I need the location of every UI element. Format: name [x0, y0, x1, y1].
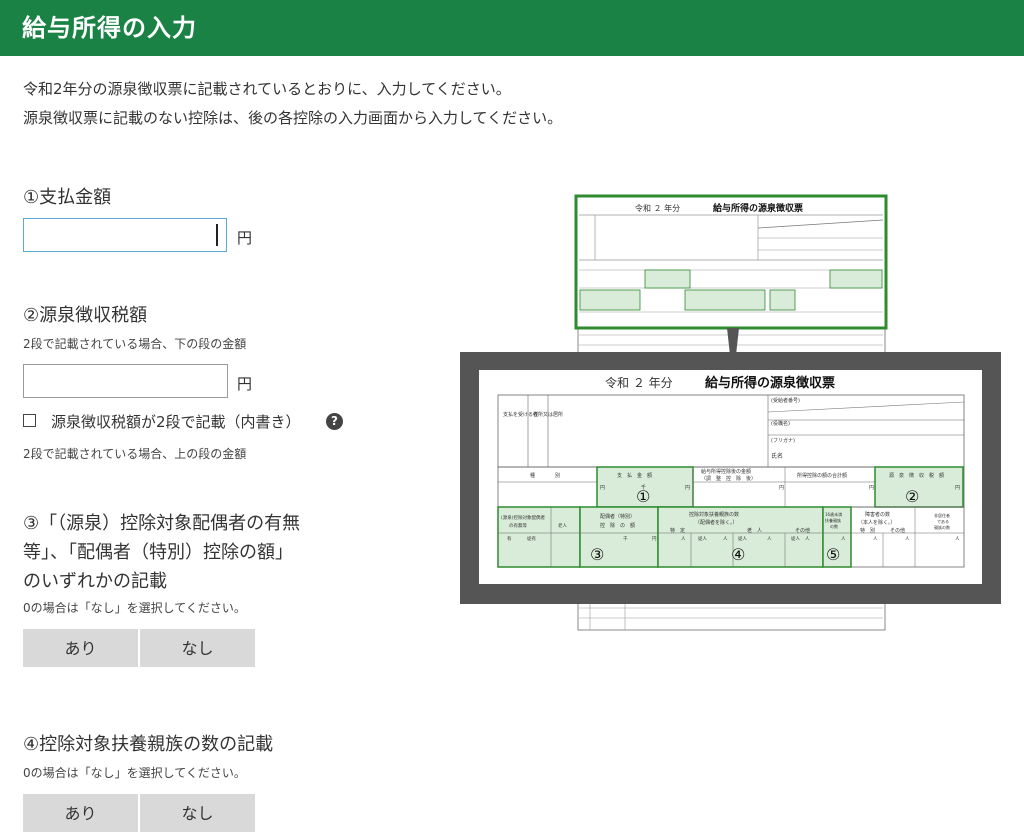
nin-mark-2: 人	[723, 536, 728, 542]
col-kyuyo-2: （調 整 控 除 後）	[701, 475, 756, 482]
zoom-form-era: 令和 ２ 年分	[605, 375, 673, 390]
dependents-yes-button[interactable]: あり	[23, 794, 138, 832]
col-spouse-2: の有無等	[509, 522, 527, 529]
withholding-note: 2段で記載されている場合、下の段の金額	[23, 337, 247, 351]
nin-mark-7: 人	[905, 536, 910, 542]
col-fuyou-1: 控除対象扶養親族の数	[689, 511, 739, 518]
withholding-checkbox-note: 2段で記載されている場合、上の段の金額	[23, 447, 247, 461]
dependents-no-button[interactable]: なし	[140, 794, 255, 832]
yen-mark-6: 円	[652, 536, 657, 542]
nin-mark-4: 人	[805, 536, 810, 542]
recipient-number: (受給者番号)	[771, 397, 800, 404]
yen-mark-3: 円	[779, 485, 784, 491]
nin-mark-1: 人	[681, 536, 686, 542]
top-form-era: 令和 ２ 年分	[635, 203, 680, 213]
jukyo-mark-2: 従人	[738, 535, 747, 542]
spouse-label-line-3: のいずれかの記載	[23, 571, 167, 592]
marker-3: ③	[590, 545, 604, 564]
col-shiharai: 支 払 金 額	[617, 472, 652, 479]
col-tokubetsu: 特 別	[860, 527, 875, 534]
yen-mark-5: 円	[955, 485, 960, 491]
col-sonota: その他	[795, 527, 810, 534]
col-haigusha-2: 控 除 の 額	[600, 522, 635, 529]
intro-line-2: 源泉徴収票に記載のない控除は、後の各控除の入力画面から入力してください。	[23, 109, 563, 127]
dependents-note: 0の場合は「なし」を選択してください。	[23, 766, 246, 780]
marker-1: ①	[636, 487, 650, 506]
nin-mark-3: 人	[767, 536, 772, 542]
ari-mark: 有	[507, 535, 512, 542]
col-spouse-1: (源泉)控除対象配偶者	[501, 514, 546, 521]
col-rojin: 老人	[558, 522, 567, 529]
intro-line-1: 令和2年分の源泉徴収票に記載されているとおりに、入力してください。	[23, 80, 511, 98]
yen-mark-1: 円	[600, 485, 605, 491]
marker-5: ⑤	[826, 545, 840, 564]
col-shubetsu: 種 別	[530, 472, 560, 479]
spouse-label-line-1: ③「（源泉）控除対象配偶者の有無	[23, 513, 301, 534]
spouse-label: ③「（源泉）控除対象配偶者の有無 等」、「配偶者（特別）控除の額」 のいずれかの…	[23, 509, 353, 596]
withholding-label: ②源泉徴収税額	[23, 305, 148, 326]
col-sonota-2: その他	[890, 527, 905, 534]
text-caret	[216, 224, 218, 246]
jukyo-mark-1: 従人	[698, 535, 707, 542]
yen-mark-4: 円	[869, 485, 874, 491]
col-fuyou-2: （配偶者を除く。）	[695, 519, 738, 526]
furigana-label: (フリガナ)	[771, 437, 795, 444]
col-shogai-2: （本人を除く。）	[858, 519, 896, 526]
withholding-input[interactable]	[23, 364, 228, 398]
withholding-slip-illustration: 令和 ２ 年分 給与所得の源泉徴収票 令和 ２ 年分 給与所得の源泉徴収票 支払…	[460, 194, 1001, 631]
sen-mark-2: 千	[623, 535, 628, 542]
col-rojin-2: 老 人	[747, 527, 762, 534]
jukyo-mark-3: 従人	[791, 535, 800, 542]
payment-unit: 円	[237, 229, 253, 247]
col-kyuyo-1: 給与所得控除後の金額	[701, 468, 751, 475]
marker-2: ②	[905, 487, 919, 506]
col-hikyoju-2: である	[937, 518, 949, 524]
payment-label: ①支払金額	[23, 187, 112, 208]
marker-4: ④	[731, 545, 745, 564]
col-tokutei: 特 定	[670, 527, 685, 534]
col-shotoku-koujo: 所得控除の額の合計額	[797, 472, 847, 479]
address-label: 住所又は居所	[533, 411, 563, 418]
spouse-no-button[interactable]: なし	[140, 629, 255, 667]
zoom-form-title: 給与所得の源泉徴収票	[705, 375, 835, 391]
col-16sai-1: 16歳未満	[825, 511, 842, 517]
position-label: (役職名)	[771, 420, 790, 427]
page-header: 給与所得の入力	[0, 0, 1024, 56]
col-haigusha-1: 配偶者（特別）	[600, 513, 635, 520]
page-title: 給与所得の入力	[22, 14, 197, 42]
withholding-two-tier-label[interactable]: 源泉徴収税額が2段で記載（内書き）	[51, 411, 301, 432]
help-icon[interactable]: ?	[326, 413, 343, 430]
col-shogai-1: 障害者の数	[865, 511, 890, 518]
jukyo-ari-mark: 従有	[527, 535, 536, 542]
col-hikyoju-1: 非居住者	[934, 512, 950, 518]
name-label: 氏名	[771, 452, 783, 460]
spouse-yes-button[interactable]: あり	[23, 629, 138, 667]
col-gensen: 源 泉 徴 収 税 額	[889, 472, 944, 479]
withholding-unit: 円	[237, 375, 253, 393]
top-form-title: 給与所得の源泉徴収票	[713, 202, 803, 214]
col-16sai-2: 扶養親族	[825, 517, 841, 523]
nin-mark-8: 人	[955, 536, 960, 542]
col-hikyoju-3: 親族の数	[934, 524, 950, 530]
payment-input[interactable]	[23, 218, 227, 252]
yen-mark-2: 円	[685, 485, 690, 491]
spouse-note: 0の場合は「なし」を選択してください。	[23, 601, 246, 615]
spouse-label-line-2: 等」、「配偶者（特別）控除の額」	[23, 542, 293, 563]
dependents-label: ④控除対象扶養親族の数の記載	[23, 734, 274, 755]
col-16sai-3: の数	[830, 523, 838, 529]
nin-mark-5: 人	[841, 536, 846, 542]
nin-mark-6: 人	[873, 536, 878, 542]
withholding-two-tier-checkbox[interactable]	[23, 414, 36, 427]
